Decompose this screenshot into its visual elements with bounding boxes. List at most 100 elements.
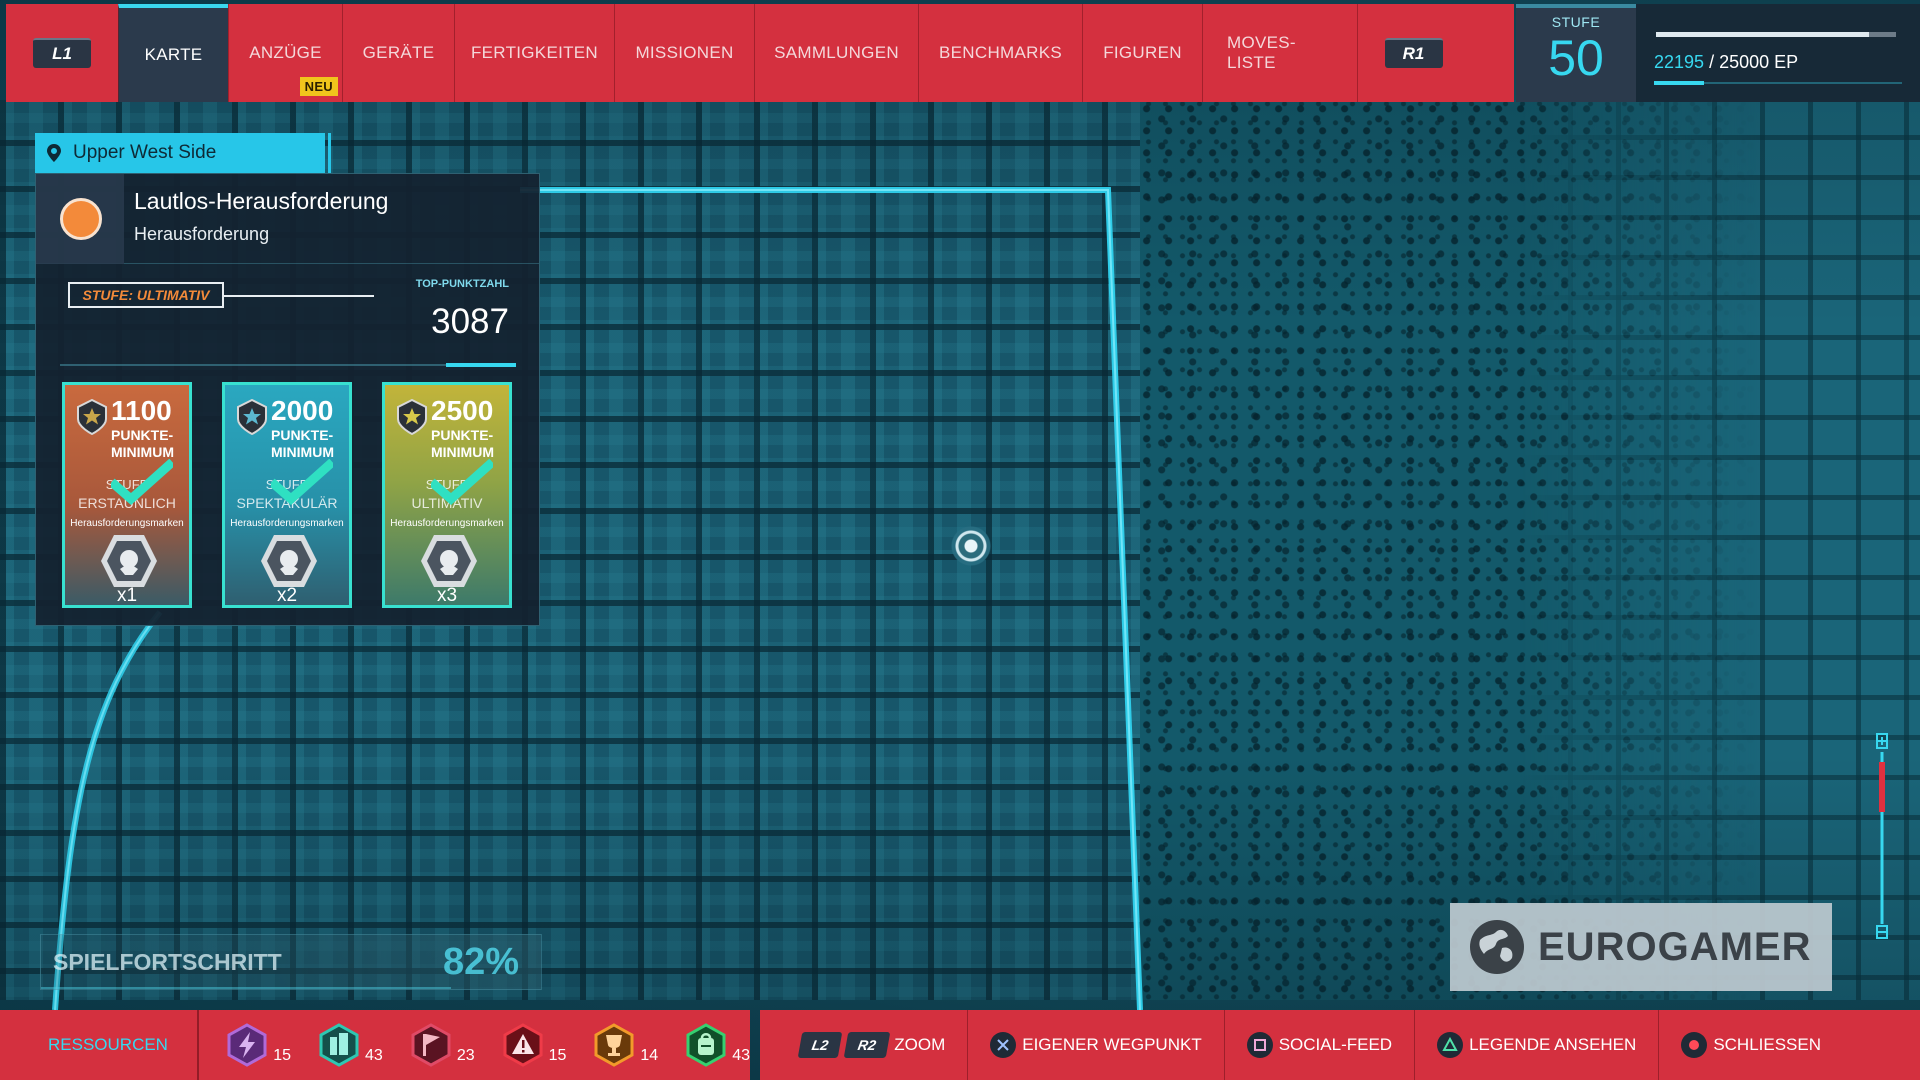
level-label: STUFE xyxy=(1551,14,1601,30)
tab-fertigkeiten[interactable]: FERTIGKEITEN xyxy=(454,4,614,102)
challenge-token-icon xyxy=(421,535,477,587)
square-button-icon xyxy=(1246,1032,1273,1058)
teal-building-hex-icon xyxy=(319,1023,359,1067)
token-multiplier: x3 xyxy=(436,585,458,606)
challenge-icon-box xyxy=(36,174,124,264)
tab-label: KARTE xyxy=(144,45,203,64)
challenge-body: Lautlos-Herausforderung Herausforderung … xyxy=(35,173,540,626)
tier-label: STUFE: ULTIMATIV xyxy=(68,282,224,308)
reward-card-spektakulaer: 2000 PUNKTE- MINIMUM STUFE SPEKTAKULÄR He… xyxy=(222,382,352,608)
reward-card-erstaunlich: 1100 PUNKTE- MINIMUM STUFE ERSTAUNLICH He… xyxy=(62,382,192,608)
progress-label: SPIELFORTSCHRITT xyxy=(53,949,282,975)
tab-label: MISSIONEN xyxy=(635,43,734,62)
resources-label: RESSOURCEN xyxy=(48,1035,168,1054)
social-feed-control[interactable]: SOCIAL-FEED xyxy=(1223,1010,1414,1080)
tab-label: BENCHMARKS xyxy=(939,43,1062,62)
separator-accent xyxy=(446,363,516,367)
player-level: STUFE 50 xyxy=(1516,4,1636,102)
tab-label: FIGUREN xyxy=(1103,43,1182,62)
minimum-line-1: PUNKTE- xyxy=(271,427,334,443)
location-header-notch xyxy=(328,133,331,173)
r2-button-glyph: R2 xyxy=(844,1032,891,1058)
challenge-header: Lautlos-Herausforderung Herausforderung xyxy=(36,174,539,264)
triangle-button-icon xyxy=(1437,1032,1464,1058)
resource-item: 43 xyxy=(317,1023,383,1067)
points-value: 1100 xyxy=(111,395,172,426)
next-tab-button[interactable]: R1 xyxy=(1357,4,1469,102)
zoom-label: ZOOM xyxy=(894,1035,946,1054)
challenge-tokens-label: Herausforderungsmarken xyxy=(390,518,504,529)
top-score-value: 3087 xyxy=(431,302,509,341)
resource-item: 15 xyxy=(501,1023,567,1067)
watermark-text: EUROGAMER xyxy=(1538,924,1812,969)
resource-count: 43 xyxy=(365,1047,383,1064)
level-value: 50 xyxy=(1548,30,1604,86)
tab-karte[interactable]: KARTE xyxy=(118,4,228,102)
xp-text: 22195 / 25000 EP xyxy=(1654,52,1798,73)
xp-progress-fill xyxy=(1656,32,1870,37)
eurogamer-watermark: EUROGAMER xyxy=(1450,903,1832,991)
reward-card-ultimativ: 2500 PUNKTE- MINIMUM STUFE ULTIMATIV Hera… xyxy=(382,382,512,608)
purple-lightning-hex-icon xyxy=(227,1023,267,1067)
resources-bar: RESSOURCEN 15 43 23 15 14 43 xyxy=(0,1010,750,1080)
xp-underline-accent xyxy=(1654,81,1704,85)
tab-label: GERÄTE xyxy=(362,43,435,62)
cross-button-icon xyxy=(990,1032,1017,1058)
completed-check-icon xyxy=(431,459,493,506)
completed-check-icon xyxy=(111,459,173,506)
challenge-tokens-label: Herausforderungsmarken xyxy=(230,518,344,529)
tab-figuren[interactable]: FIGUREN xyxy=(1082,4,1202,102)
minimum-line-2: MINIMUM xyxy=(431,444,494,460)
minimum-line-2: MINIMUM xyxy=(111,444,174,460)
resource-count: 15 xyxy=(548,1047,567,1064)
red-warning-hex-icon xyxy=(503,1023,543,1067)
resource-count: 43 xyxy=(732,1047,750,1064)
waypoint-control[interactable]: EIGENER WEGPUNKT xyxy=(967,1010,1223,1080)
points-value: 2500 xyxy=(431,395,494,426)
xp-max: 25000 EP xyxy=(1719,52,1799,72)
tab-moves-liste[interactable]: MOVES-LISTE xyxy=(1202,4,1357,102)
game-progress: SPIELFORTSCHRITT 82% xyxy=(40,934,542,990)
zoom-control[interactable]: L2 R2 ZOOM xyxy=(760,1010,967,1080)
tab-anzuege[interactable]: ANZÜGE NEU xyxy=(228,4,342,102)
zoom-slider[interactable] xyxy=(1872,732,1892,942)
resource-count: 14 xyxy=(640,1047,659,1064)
shield-star-icon xyxy=(397,399,427,435)
red-flag-hex-icon xyxy=(411,1023,451,1067)
waypoint-label: EIGENER WEGPUNKT xyxy=(1022,1035,1202,1054)
player-location-marker[interactable] xyxy=(951,526,991,566)
location-name: Upper West Side xyxy=(73,142,217,163)
challenge-token-icon xyxy=(101,535,157,587)
experience-panel: 22195 / 25000 EP xyxy=(1636,4,1920,102)
location-header: Upper West Side xyxy=(35,133,331,173)
l2-button-glyph: L2 xyxy=(797,1032,843,1058)
circle-button-icon xyxy=(1681,1032,1708,1058)
l1-button-glyph: L1 xyxy=(33,38,91,68)
tab-missionen[interactable]: MISSIONEN xyxy=(614,4,754,102)
challenge-tokens-label: Herausforderungsmarken xyxy=(70,518,184,529)
points-minimum-label: PUNKTE- MINIMUM xyxy=(271,427,334,461)
orange-trophy-hex-icon xyxy=(594,1023,634,1067)
points-minimum-label: PUNKTE- MINIMUM xyxy=(431,427,494,461)
location-pin-icon xyxy=(47,144,61,162)
challenge-token-icon xyxy=(261,535,317,587)
tab-sammlungen[interactable]: SAMMLUNGEN xyxy=(754,4,918,102)
resource-item: 43 xyxy=(684,1023,750,1067)
panel-separator xyxy=(60,363,516,367)
tab-label: ANZÜGE xyxy=(249,43,322,62)
challenge-title: Lautlos-Herausforderung xyxy=(134,188,389,214)
challenge-type: Herausforderung xyxy=(134,224,270,244)
tab-label: MOVES-LISTE xyxy=(1227,33,1296,72)
resource-count: 15 xyxy=(273,1047,292,1064)
legend-control[interactable]: LEGENDE ANSEHEN xyxy=(1414,1010,1658,1080)
tab-benchmarks[interactable]: BENCHMARKS xyxy=(918,4,1082,102)
xp-progress-bar xyxy=(1656,32,1896,37)
top-navigation: L1 KARTE ANZÜGE NEU GERÄTE FERTIGKEITEN M… xyxy=(6,4,1514,102)
shield-star-icon xyxy=(77,399,107,435)
tab-geraete[interactable]: GERÄTE xyxy=(342,4,454,102)
tab-label: SAMMLUNGEN xyxy=(774,43,899,62)
tier-line xyxy=(224,295,374,297)
close-control[interactable]: SCHLIESSEN xyxy=(1658,1010,1843,1080)
prev-tab-button[interactable]: L1 xyxy=(6,4,118,102)
green-backpack-hex-icon xyxy=(686,1023,726,1067)
